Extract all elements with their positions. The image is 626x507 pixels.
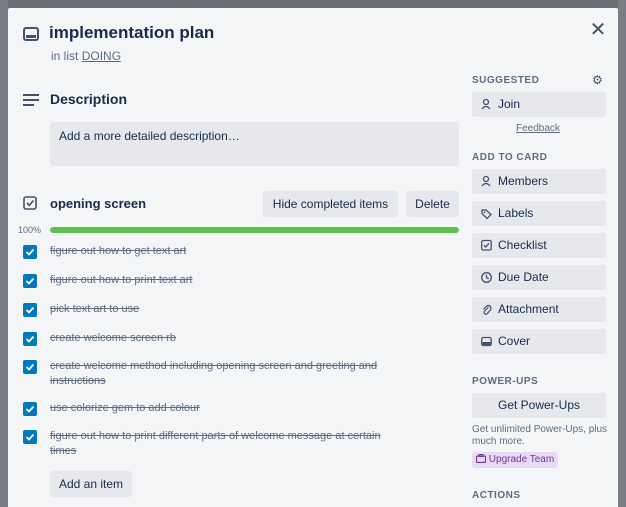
person-icon [481, 169, 491, 204]
description-input[interactable]: Add a more detailed description… [50, 122, 459, 166]
add-item-button[interactable]: Add an item [50, 471, 132, 497]
person-icon [481, 92, 491, 127]
add-labels-button[interactable]: Labels [472, 201, 606, 226]
add-cover-button[interactable]: Cover [472, 329, 606, 354]
description-heading: Description [50, 91, 128, 107]
clock-icon [481, 265, 492, 300]
get-power-ups-button[interactable]: Get Power-Ups [472, 393, 606, 418]
checklist-item-text[interactable]: pick text art to use [50, 302, 400, 317]
card-title[interactable]: implementation plan [49, 23, 214, 43]
checklist-item-checkbox[interactable] [23, 332, 37, 346]
add-to-card-label: Labels [498, 206, 534, 220]
checklist-item-checkbox[interactable] [23, 303, 37, 317]
checklist-item-text[interactable]: create welcome method including opening … [50, 359, 400, 389]
card-icon [23, 27, 39, 46]
add-to-card-label: Checklist [498, 238, 547, 252]
join-label: Join [498, 97, 521, 111]
card-detail-modal: ✕ implementation plan in list DOING Desc… [8, 8, 618, 507]
cover-icon [481, 329, 492, 364]
add-to-card-label: Members [498, 174, 549, 188]
gear-icon[interactable]: ⚙ [592, 73, 603, 87]
card-list-info: in list DOING [51, 49, 121, 63]
briefcase-icon [475, 454, 489, 465]
checklist-icon [23, 196, 37, 215]
checklist-item-checkbox[interactable] [23, 430, 37, 444]
board-background [0, 0, 8, 507]
description-icon [23, 93, 39, 111]
suggested-heading: SUGGESTED [472, 75, 540, 86]
add-to-card-label: Due Date [498, 270, 549, 284]
checklist-item-text[interactable]: figure out how to get text art [50, 244, 400, 259]
add-to-card-label: Attachment [498, 302, 559, 316]
add-attachment-button[interactable]: Attachment [472, 297, 606, 322]
paperclip-icon [481, 297, 492, 332]
upgrade-team-label: Upgrade Team [488, 454, 555, 465]
hide-completed-button[interactable]: Hide completed items [263, 191, 398, 217]
checklist-item-checkbox[interactable] [23, 274, 37, 288]
progress-bar [50, 227, 459, 233]
checklist-item-checkbox[interactable] [23, 245, 37, 259]
add-to-card-label: Cover [498, 334, 531, 348]
add-checklist-button[interactable]: Checklist [472, 233, 606, 258]
power-ups-heading: POWER-UPS [472, 376, 539, 387]
close-icon[interactable]: ✕ [588, 19, 608, 39]
add-to-card-heading: ADD TO CARD [472, 152, 548, 163]
actions-heading: ACTIONS [472, 490, 521, 501]
tag-icon [481, 201, 492, 236]
list-link[interactable]: DOING [82, 49, 121, 63]
join-button[interactable]: Join [472, 92, 606, 117]
feedback-link[interactable]: Feedback [516, 123, 560, 134]
checklist-item-checkbox[interactable] [23, 402, 37, 416]
checklist-item-text[interactable]: use colorize gem to add colour [50, 401, 400, 416]
add-due-date-button[interactable]: Due Date [472, 265, 606, 290]
checklist-item-text[interactable]: figure out how to print different parts … [50, 429, 400, 459]
progress-fill [50, 227, 459, 233]
checklist-item-text[interactable]: figure out how to print text art [50, 273, 400, 288]
power-ups-note: Get unlimited Power-Ups, plus much more. [472, 424, 608, 447]
checklist-item-checkbox[interactable] [23, 360, 37, 374]
delete-checklist-button[interactable]: Delete [406, 191, 459, 217]
checklist-icon [481, 233, 492, 268]
progress-percent: 100% [18, 225, 42, 235]
checklist-title[interactable]: opening screen [50, 196, 146, 211]
checklist-item-text[interactable]: create welcome screen rb [50, 331, 400, 346]
in-list-prefix: in list [51, 49, 82, 63]
add-members-button[interactable]: Members [472, 169, 606, 194]
board-background-right [618, 0, 626, 507]
upgrade-team-badge[interactable]: Upgrade Team [472, 452, 559, 468]
